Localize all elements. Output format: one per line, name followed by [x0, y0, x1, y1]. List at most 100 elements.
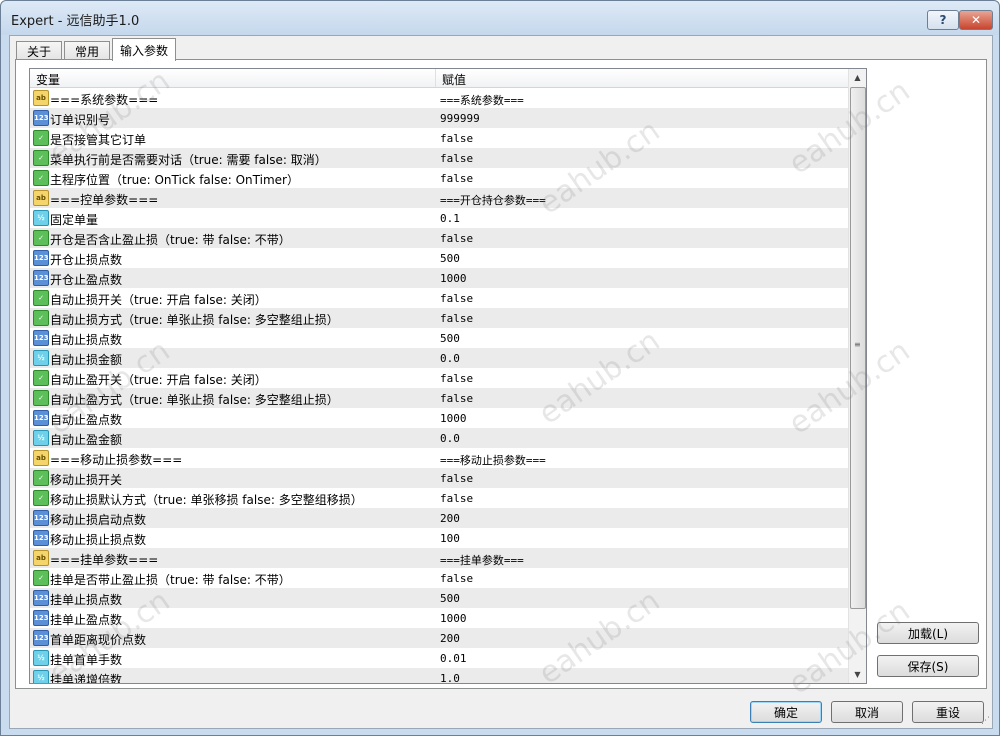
- parameter-value[interactable]: false: [440, 492, 473, 505]
- tab-common[interactable]: 常用: [64, 41, 110, 61]
- resize-grip-icon[interactable]: ⋰: [981, 716, 990, 726]
- column-header-variable[interactable]: 变量: [36, 71, 60, 88]
- boolean-type-icon: ✓: [33, 150, 49, 166]
- string-type-icon: ab: [33, 550, 49, 566]
- parameter-value[interactable]: 0.0: [440, 432, 460, 445]
- parameter-row[interactable]: ½ 固定单量 0.1: [30, 208, 848, 228]
- integer-type-icon: 123: [33, 410, 49, 426]
- parameter-row[interactable]: ½ 自动止盈金额 0.0: [30, 428, 848, 448]
- parameter-value[interactable]: false: [440, 572, 473, 585]
- parameter-row[interactable]: 123 移动止损启动点数 200: [30, 508, 848, 528]
- parameter-value[interactable]: ===系统参数===: [440, 92, 524, 108]
- boolean-type-icon: ✓: [33, 290, 49, 306]
- parameter-name: 固定单量: [50, 213, 99, 227]
- scroll-down-arrow-icon[interactable]: ▼: [849, 666, 866, 683]
- boolean-type-icon: ✓: [33, 570, 49, 586]
- parameter-row[interactable]: ✓ 移动止损默认方式（true: 单张移损 false: 多空整组移损） false: [30, 488, 848, 508]
- parameter-row[interactable]: 123 开仓止损点数 500: [30, 248, 848, 268]
- parameter-name: 自动止盈点数: [50, 413, 123, 427]
- parameter-value[interactable]: false: [440, 312, 473, 325]
- parameter-row[interactable]: 123 开仓止盈点数 1000: [30, 268, 848, 288]
- tab-about[interactable]: 关于: [16, 41, 62, 61]
- inputs-panel: 变量 赋值 ab ===系统参数=== ===系统参数=== 123 订单识别号 9999…: [15, 59, 987, 689]
- help-button[interactable]: ?: [927, 10, 959, 30]
- parameter-row[interactable]: 123 订单识别号 999999: [30, 108, 848, 128]
- integer-type-icon: 123: [33, 510, 49, 526]
- parameter-value[interactable]: ===开仓持仓参数===: [440, 192, 546, 208]
- parameter-row[interactable]: ½ 自动止损金额 0.0: [30, 348, 848, 368]
- parameter-row[interactable]: ✓ 主程序位置（true: OnTick false: OnTimer） false: [30, 168, 848, 188]
- parameter-value[interactable]: 500: [440, 332, 460, 345]
- parameter-value[interactable]: false: [440, 152, 473, 165]
- parameter-value[interactable]: 1000: [440, 412, 467, 425]
- parameter-row[interactable]: ab ===挂单参数=== ===挂单参数===: [30, 548, 848, 568]
- parameter-value[interactable]: 999999: [440, 112, 480, 125]
- parameter-row[interactable]: 123 挂单止盈点数 1000: [30, 608, 848, 628]
- reset-button[interactable]: 重设: [912, 701, 984, 723]
- parameter-value[interactable]: ===移动止损参数===: [440, 452, 546, 468]
- boolean-type-icon: ✓: [33, 370, 49, 386]
- parameter-row[interactable]: ✓ 自动止盈开关（true: 开启 false: 关闭） false: [30, 368, 848, 388]
- parameter-value[interactable]: 100: [440, 532, 460, 545]
- parameter-row[interactable]: ✓ 自动止损方式（true: 单张止损 false: 多空整组止损） false: [30, 308, 848, 328]
- parameter-value[interactable]: false: [440, 172, 473, 185]
- parameter-row[interactable]: ✓ 自动止损开关（true: 开启 false: 关闭） false: [30, 288, 848, 308]
- parameter-row[interactable]: ab ===系统参数=== ===系统参数===: [30, 88, 848, 108]
- parameter-row[interactable]: 123 自动止损点数 500: [30, 328, 848, 348]
- parameter-name: 自动止盈金额: [50, 433, 123, 447]
- scroll-up-arrow-icon[interactable]: ▲: [849, 69, 866, 86]
- parameter-row[interactable]: 123 挂单止损点数 500: [30, 588, 848, 608]
- column-divider[interactable]: [435, 69, 436, 87]
- column-header-value[interactable]: 赋值: [442, 71, 466, 88]
- parameter-value[interactable]: 0.01: [440, 652, 467, 665]
- parameter-value[interactable]: 500: [440, 252, 460, 265]
- tab-inputs[interactable]: 输入参数: [112, 38, 176, 61]
- parameter-row[interactable]: 123 移动止损止损点数 100: [30, 528, 848, 548]
- cancel-button[interactable]: 取消: [831, 701, 903, 723]
- boolean-type-icon: ✓: [33, 230, 49, 246]
- parameter-value[interactable]: 500: [440, 592, 460, 605]
- string-type-icon: ab: [33, 90, 49, 106]
- parameter-value[interactable]: 200: [440, 632, 460, 645]
- parameter-value[interactable]: 200: [440, 512, 460, 525]
- parameter-row[interactable]: ✓ 是否接管其它订单 false: [30, 128, 848, 148]
- string-type-icon: ab: [33, 190, 49, 206]
- parameter-value[interactable]: false: [440, 392, 473, 405]
- parameter-row[interactable]: 123 首单距离现价点数 200: [30, 628, 848, 648]
- parameter-name: 移动止损止损点数: [50, 533, 147, 547]
- title-bar[interactable]: Expert - 远信助手1.0 ? ✕: [1, 1, 999, 35]
- parameter-value[interactable]: false: [440, 372, 473, 385]
- parameter-row[interactable]: ½ 挂单首单手数 0.01: [30, 648, 848, 668]
- parameter-value[interactable]: ===挂单参数===: [440, 552, 524, 568]
- parameter-value[interactable]: false: [440, 472, 473, 485]
- load-button[interactable]: 加载(L): [877, 622, 979, 644]
- parameter-name: ===控单参数===: [50, 193, 159, 207]
- vertical-scrollbar[interactable]: ▲ ≡ ▼: [848, 69, 866, 683]
- parameter-name: 自动止损开关（true: 开启 false: 关闭）: [50, 293, 267, 307]
- parameter-name: 自动止盈方式（true: 单张止损 false: 多空整组止损）: [50, 393, 339, 407]
- ok-button[interactable]: 确定: [750, 701, 822, 723]
- parameter-row[interactable]: ✓ 菜单执行前是否需要对话（true: 需要 false: 取消） false: [30, 148, 848, 168]
- parameter-value[interactable]: false: [440, 132, 473, 145]
- parameter-name: 主程序位置（true: OnTick false: OnTimer）: [50, 173, 299, 187]
- parameter-value[interactable]: 0.1: [440, 212, 460, 225]
- parameter-row[interactable]: ab ===移动止损参数=== ===移动止损参数===: [30, 448, 848, 468]
- close-button[interactable]: ✕: [959, 10, 993, 30]
- parameter-name: 开仓止损点数: [50, 253, 123, 267]
- parameter-row[interactable]: ½ 挂单递增倍数 1.0: [30, 668, 848, 683]
- parameter-value[interactable]: false: [440, 292, 473, 305]
- parameter-row[interactable]: ✓ 挂单是否带止盈止损（true: 带 false: 不带） false: [30, 568, 848, 588]
- save-button[interactable]: 保存(S): [877, 655, 979, 677]
- scrollbar-thumb[interactable]: ≡: [850, 87, 866, 609]
- parameter-row[interactable]: ✓ 自动止盈方式（true: 单张止损 false: 多空整组止损） false: [30, 388, 848, 408]
- parameter-value[interactable]: 1000: [440, 612, 467, 625]
- parameter-row[interactable]: ✓ 移动止损开关 false: [30, 468, 848, 488]
- parameter-value[interactable]: 0.0: [440, 352, 460, 365]
- parameter-row[interactable]: 123 自动止盈点数 1000: [30, 408, 848, 428]
- parameter-row[interactable]: ✓ 开仓是否含止盈止损（true: 带 false: 不带） false: [30, 228, 848, 248]
- parameter-value[interactable]: false: [440, 232, 473, 245]
- parameter-row[interactable]: ab ===控单参数=== ===开仓持仓参数===: [30, 188, 848, 208]
- parameter-value[interactable]: 1000: [440, 272, 467, 285]
- parameter-value[interactable]: 1.0: [440, 672, 460, 683]
- parameter-name: 自动止盈开关（true: 开启 false: 关闭）: [50, 373, 267, 387]
